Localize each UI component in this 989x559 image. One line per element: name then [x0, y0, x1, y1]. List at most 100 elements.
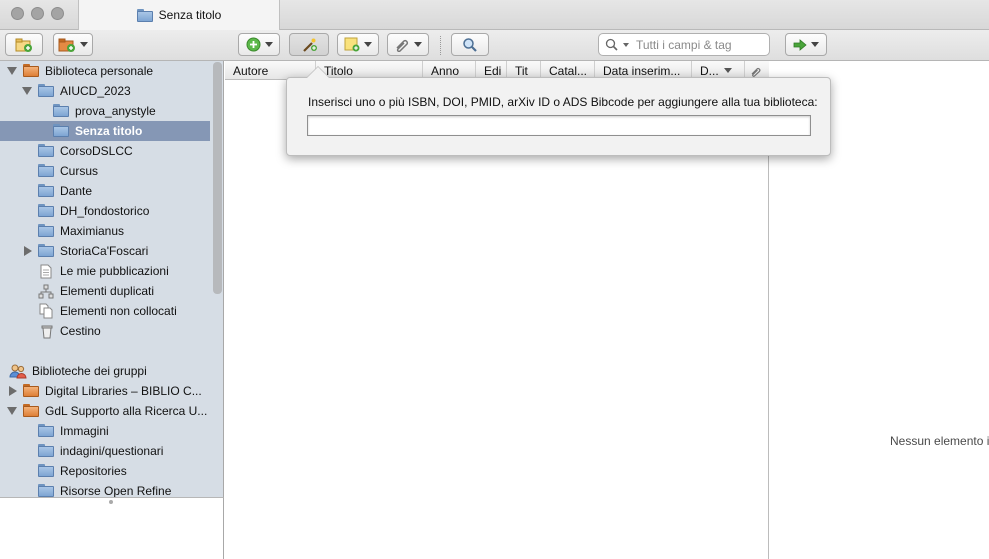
- sidebar-item-label: Biblioteche dei gruppi: [32, 364, 147, 378]
- group-library-icon: [23, 404, 39, 417]
- disclosure-expanded-icon[interactable]: [22, 87, 32, 95]
- duplicates-icon: [38, 284, 54, 299]
- sidebar-item-label: CorsoDSLCC: [60, 144, 133, 158]
- sidebar-item-label: Digital Libraries – BIBLIO C...: [45, 384, 202, 398]
- empty-item-message: Nessun elemento i: [890, 434, 989, 448]
- sidebar-scrollbar[interactable]: [213, 62, 222, 294]
- sidebar-groups-header[interactable]: Biblioteche dei gruppi: [0, 361, 210, 381]
- search-mode-chevron-icon[interactable]: [623, 42, 629, 47]
- sidebar-item-repositories[interactable]: Repositories: [0, 461, 210, 481]
- new-collection-button[interactable]: [5, 33, 43, 56]
- new-item-button[interactable]: [238, 33, 280, 56]
- pane-splitter-grip[interactable]: [109, 500, 113, 504]
- folder-icon: [38, 84, 54, 97]
- folder-icon: [136, 8, 153, 22]
- add-by-identifier-popup: Inserisci uno o più ISBN, DOI, PMID, arX…: [286, 77, 831, 156]
- document-icon: [40, 264, 52, 279]
- sidebar-item-aiucd-2023[interactable]: AIUCD_2023: [0, 81, 210, 101]
- sidebar-item-senza-titolo[interactable]: Senza titolo: [0, 121, 210, 141]
- folder-icon: [38, 424, 54, 437]
- library-icon: [23, 64, 39, 77]
- disclosure-collapsed-icon[interactable]: [9, 386, 17, 396]
- chevron-down-icon: [811, 42, 819, 47]
- folder-icon: [38, 464, 54, 477]
- sidebar-item-indagini-questionari[interactable]: indagini/questionari: [0, 441, 210, 461]
- sidebar-item-biblioteca-personale[interactable]: Biblioteca personale: [0, 61, 210, 81]
- sidebar-item-label: indagini/questionari: [60, 444, 164, 458]
- sidebar-item-label: Senza titolo: [75, 124, 143, 138]
- add-attachment-button[interactable]: [387, 33, 429, 56]
- note-icon: [344, 37, 360, 52]
- disclosure-collapsed-icon[interactable]: [24, 246, 32, 256]
- folder-icon: [53, 124, 69, 137]
- new-library-icon: [58, 38, 75, 52]
- sidebar-item-digital-libraries[interactable]: Digital Libraries – BIBLIO C...: [0, 381, 210, 401]
- tag-selector-pane: [0, 497, 224, 559]
- sidebar-item-risorse-open-refine[interactable]: Risorse Open Refine: [0, 481, 210, 497]
- tab-title: Senza titolo: [158, 8, 222, 22]
- sidebar-item-le-mie-pubblicazioni[interactable]: Le mie pubblicazioni: [0, 261, 210, 281]
- add-circle-icon: [246, 37, 260, 52]
- sidebar-item-label: StoriaCa'Foscari: [60, 244, 149, 258]
- advanced-search-button[interactable]: [451, 33, 489, 56]
- sidebar-item-elementi-non-collocati[interactable]: Elementi non collocati: [0, 301, 210, 321]
- sidebar-item-corsodslcc[interactable]: CorsoDSLCC: [0, 141, 210, 161]
- arrow-right-icon: [793, 38, 807, 51]
- sidebar-item-label: GdL Supporto alla Ricerca U...: [45, 404, 208, 418]
- sort-descending-icon: [723, 68, 732, 73]
- folder-icon: [38, 204, 54, 217]
- search-icon: [605, 38, 618, 51]
- add-by-identifier-button[interactable]: [289, 33, 329, 56]
- sidebar-item-label: Maximianus: [60, 224, 125, 238]
- folder-icon: [53, 104, 69, 117]
- sidebar-item-cestino[interactable]: Cestino: [0, 321, 210, 341]
- folder-icon: [38, 244, 54, 257]
- sidebar-item-label: Repositories: [60, 464, 127, 478]
- search-field[interactable]: Tutti i campi & tag: [598, 33, 770, 56]
- chevron-down-icon: [364, 42, 372, 47]
- sidebar-item-label: Le mie pubblicazioni: [60, 264, 169, 278]
- identifier-input[interactable]: [307, 115, 811, 136]
- popup-arrow: [307, 67, 329, 78]
- close-window-button[interactable]: [11, 7, 24, 20]
- sidebar-item-label: Cestino: [60, 324, 101, 338]
- sidebar-item-label: Biblioteca personale: [45, 64, 154, 78]
- sidebar-item-cursus[interactable]: Cursus: [0, 161, 210, 181]
- unfiled-items-icon: [39, 303, 53, 319]
- sidebar-item-elementi-duplicati[interactable]: Elementi duplicati: [0, 281, 210, 301]
- folder-icon: [38, 184, 54, 197]
- new-note-button[interactable]: [337, 33, 379, 56]
- sidebar-item-immagini[interactable]: Immagini: [0, 421, 210, 441]
- locate-button[interactable]: [785, 33, 827, 56]
- chevron-down-icon: [264, 42, 273, 47]
- disclosure-expanded-icon[interactable]: [7, 407, 17, 415]
- folder-icon: [38, 164, 54, 177]
- magnifier-icon: [463, 37, 477, 52]
- sidebar-item-dh-fondostorico[interactable]: DH_fondostorico: [0, 201, 210, 221]
- chevron-down-icon: [80, 42, 88, 47]
- folder-icon: [38, 224, 54, 237]
- sidebar-item-label: Elementi duplicati: [60, 284, 155, 298]
- sidebar-item-storiacafoscari[interactable]: StoriaCa'Foscari: [0, 241, 210, 261]
- sidebar-item-gdl-supporto[interactable]: GdL Supporto alla Ricerca U...: [0, 401, 210, 421]
- minimize-window-button[interactable]: [31, 7, 44, 20]
- tab-senza-titolo[interactable]: Senza titolo: [78, 0, 280, 30]
- sidebar-item-label: Risorse Open Refine: [60, 484, 172, 497]
- zoom-window-button[interactable]: [51, 7, 64, 20]
- sidebar-item-label: Elementi non collocati: [60, 304, 177, 318]
- disclosure-expanded-icon[interactable]: [7, 67, 17, 75]
- new-library-button[interactable]: [53, 33, 93, 56]
- magic-wand-icon: [303, 38, 317, 52]
- title-bar: Senza titolo: [0, 0, 989, 30]
- sidebar-item-label: prova_anystyle: [75, 104, 156, 118]
- sidebar-item-dante[interactable]: Dante: [0, 181, 210, 201]
- sidebar-item-maximianus[interactable]: Maximianus: [0, 221, 210, 241]
- popup-label: Inserisci uno o più ISBN, DOI, PMID, arX…: [308, 95, 818, 109]
- toolbar-separator: [440, 36, 441, 55]
- chevron-down-icon: [414, 42, 422, 47]
- sidebar-item-label: AIUCD_2023: [60, 84, 131, 98]
- sidebar-item-prova-anystyle[interactable]: prova_anystyle: [0, 101, 210, 121]
- folder-icon: [38, 444, 54, 457]
- sidebar-item-label: DH_fondostorico: [60, 204, 150, 218]
- group-library-icon: [23, 384, 39, 397]
